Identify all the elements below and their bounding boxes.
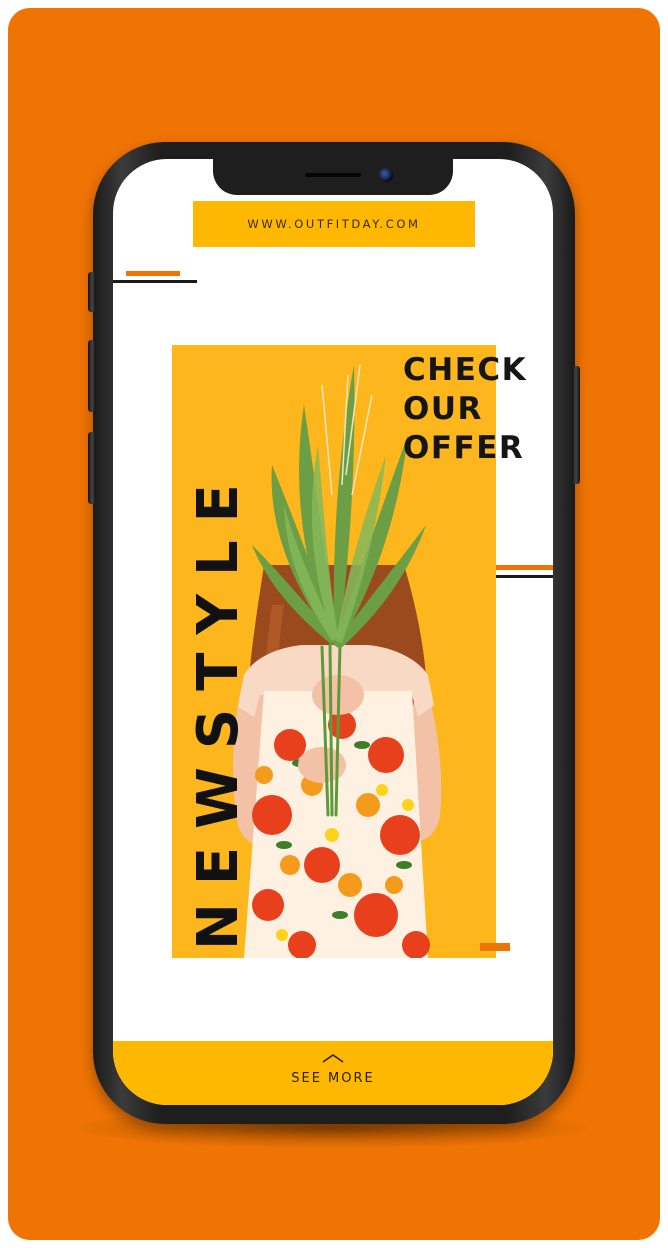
phone-screen: WWW.OUTFITDAY.COM NEWSTYLE CHECK OUR OFF… — [113, 159, 553, 1105]
mute-switch — [88, 272, 96, 312]
offer-line-2: OUR — [403, 391, 483, 427]
volume-up-button — [88, 340, 96, 412]
see-more-footer[interactable]: SEE MORE — [113, 1041, 553, 1105]
speaker-grille — [305, 173, 361, 177]
accent-block — [480, 943, 510, 951]
power-button — [572, 366, 580, 484]
phone-notch — [213, 159, 453, 195]
vertical-title: NEWSTYLE — [186, 466, 251, 950]
offer-line-1: CHECK — [403, 352, 528, 388]
see-more-label[interactable]: SEE MORE — [113, 1071, 553, 1086]
website-banner[interactable]: WWW.OUTFITDAY.COM — [193, 201, 475, 247]
volume-down-button — [88, 432, 96, 504]
website-url: WWW.OUTFITDAY.COM — [247, 217, 421, 231]
decor-line-orange-top — [126, 271, 180, 276]
offer-heading[interactable]: CHECK OUR OFFER — [403, 351, 527, 468]
front-camera — [379, 168, 393, 182]
decor-line-dark-top — [113, 280, 197, 283]
offer-line-3: OFFER — [403, 430, 525, 466]
chevron-up-icon[interactable] — [322, 1053, 344, 1063]
